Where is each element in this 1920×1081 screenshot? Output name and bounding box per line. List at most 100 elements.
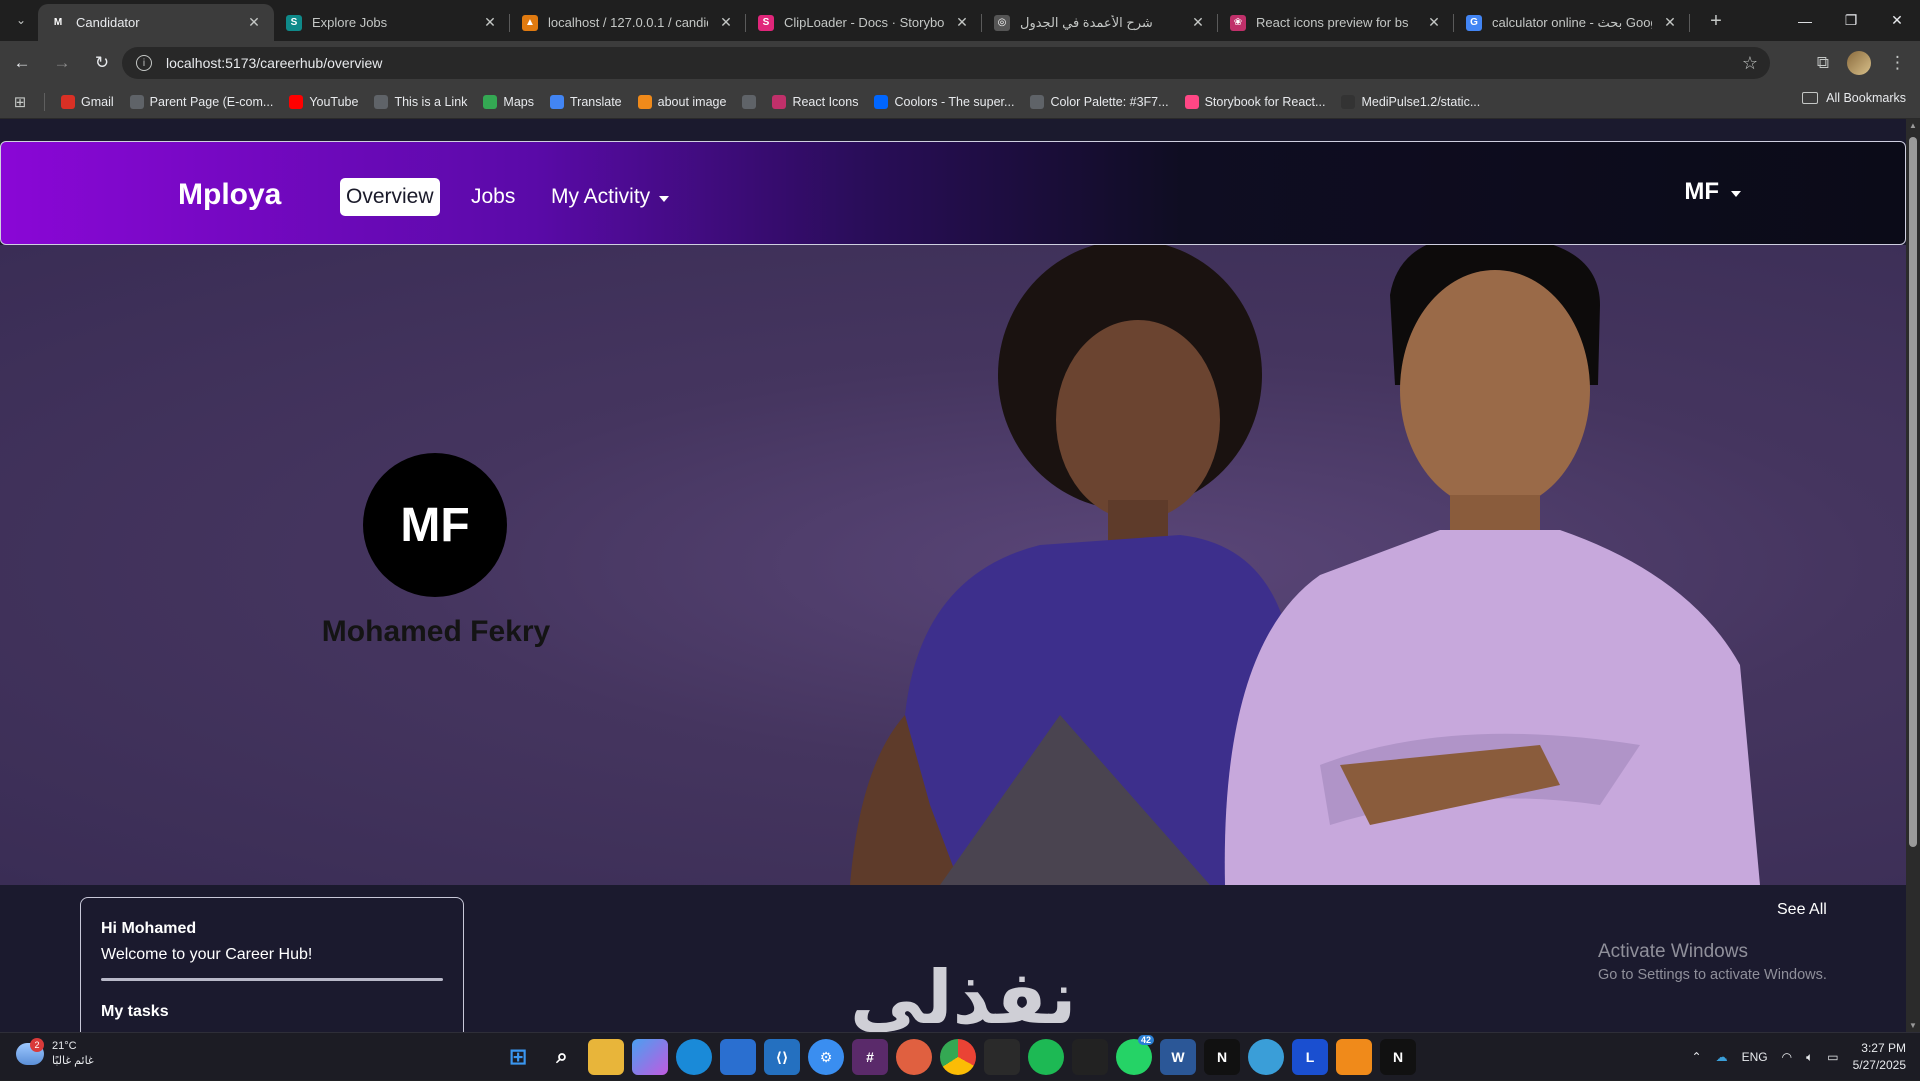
battery-icon[interactable]: ▭: [1827, 1050, 1838, 1064]
tab-title: Candidator: [76, 15, 140, 30]
close-tab-icon[interactable]: ✕: [246, 14, 262, 31]
kebab-menu-icon[interactable]: ⋮: [1889, 53, 1906, 73]
capcut-icon[interactable]: [984, 1039, 1020, 1075]
start-icon[interactable]: ⊞: [500, 1039, 536, 1075]
apps-grid-icon[interactable]: ⊞: [0, 93, 40, 111]
close-tab-icon[interactable]: ✕: [482, 14, 498, 31]
scroll-up-icon[interactable]: ▲: [1908, 121, 1918, 130]
page-scrollbar[interactable]: ▲ ▼: [1906, 119, 1920, 1032]
bookmark-item[interactable]: Color Palette: #3F7...: [1022, 88, 1176, 116]
bookmark-item[interactable]: [734, 88, 764, 116]
bookmark-label: React Icons: [792, 94, 859, 109]
browser-tab[interactable]: ◎ شرح الأعمدة في الجدول ✕: [982, 4, 1218, 41]
bookmark-item[interactable]: Maps: [475, 88, 542, 116]
language-indicator[interactable]: ENG: [1742, 1050, 1768, 1064]
weather-cloud-icon: 2: [16, 1038, 44, 1065]
close-tab-icon[interactable]: ✕: [954, 14, 970, 31]
folder-icon: [1802, 92, 1819, 104]
figma-icon[interactable]: [1072, 1039, 1108, 1075]
bookmark-item[interactable]: Gmail: [53, 88, 122, 116]
tab-search-icon[interactable]: ⌄: [8, 8, 34, 32]
see-all-link[interactable]: See All: [1777, 901, 1827, 919]
weather-widget[interactable]: 2 21°C غائم غالبًا: [16, 1038, 94, 1069]
search-icon[interactable]: ⌕: [544, 1039, 580, 1075]
spotify-icon[interactable]: [1028, 1039, 1064, 1075]
close-tab-icon[interactable]: ✕: [1662, 14, 1678, 31]
browser-tab[interactable]: S ClipLoader - Docs · Storybook ✕: [746, 4, 982, 41]
all-bookmarks-button[interactable]: All Bookmarks: [1802, 91, 1906, 105]
browser-tab[interactable]: Gcalculator online - بحث Google ✕: [1454, 4, 1690, 41]
bookmark-item[interactable]: Translate: [542, 88, 630, 116]
word-icon[interactable]: W: [1160, 1039, 1196, 1075]
bookmark-star-icon[interactable]: ☆: [1742, 53, 1758, 74]
bookmark-item[interactable]: YouTube: [281, 88, 366, 116]
settings-gear-icon[interactable]: ⚙: [808, 1039, 844, 1075]
user-menu-initials: MF: [1684, 178, 1719, 205]
site-info-icon[interactable]: i: [136, 55, 152, 71]
site-logo[interactable]: Mploya: [178, 178, 281, 212]
xampp-icon[interactable]: [1336, 1039, 1372, 1075]
scrollbar-thumb[interactable]: [1909, 137, 1917, 847]
edge-icon[interactable]: [676, 1039, 712, 1075]
restore-icon[interactable]: ❐: [1828, 0, 1874, 41]
clock[interactable]: 3:27 PM 5/27/2025: [1853, 1040, 1906, 1074]
volume-icon[interactable]: 🔈︎: [1806, 1050, 1813, 1065]
weather-temp: 21°C: [52, 1040, 77, 1052]
nav-my-activity[interactable]: My Activity: [545, 178, 675, 216]
chevron-up-icon[interactable]: ⌃: [1692, 1050, 1702, 1064]
bookmark-item[interactable]: Coolors - The super...: [866, 88, 1022, 116]
greeting-text: Hi Mohamed: [101, 920, 197, 937]
wifi-icon[interactable]: ◠: [1782, 1050, 1792, 1064]
browser-tab[interactable]: ❀ React icons preview for bs ✕: [1218, 4, 1454, 41]
close-tab-icon[interactable]: ✕: [1426, 14, 1442, 31]
profile-avatar[interactable]: [1847, 51, 1871, 75]
storybook-icon: [1184, 94, 1199, 109]
nav-overview[interactable]: Overview: [340, 178, 440, 216]
browser-tab[interactable]: ▲ localhost / 127.0.0.1 / candidat ✕: [510, 4, 746, 41]
store-icon[interactable]: [720, 1039, 756, 1075]
forward-arrow-icon[interactable]: →: [44, 45, 80, 81]
linkedin-learning-icon[interactable]: L: [1292, 1039, 1328, 1075]
bookmark-item[interactable]: React Icons: [764, 88, 866, 116]
bookmark-item[interactable]: about image: [630, 88, 735, 116]
bookmarks-separator: [44, 92, 45, 111]
bookmark-item[interactable]: This is a Link: [366, 88, 475, 116]
slack-icon[interactable]: #: [852, 1039, 888, 1075]
bookmark-item[interactable]: MediPulse1.2/static...: [1333, 88, 1488, 116]
nav-jobs[interactable]: Jobs: [465, 178, 521, 216]
close-window-icon[interactable]: ✕: [1874, 0, 1920, 41]
onedrive-icon[interactable]: ☁: [1716, 1050, 1728, 1064]
new-tab-button[interactable]: +: [1702, 8, 1730, 34]
notion-icon[interactable]: N: [1204, 1039, 1240, 1075]
back-arrow-icon[interactable]: ←: [4, 45, 40, 81]
bookmark-item[interactable]: Storybook for React...: [1177, 88, 1334, 116]
address-bar[interactable]: i localhost:5173/careerhub/overview ☆: [122, 47, 1770, 79]
tab-favicon-icon: ◎: [994, 14, 1010, 31]
minimize-icon[interactable]: —: [1782, 0, 1828, 41]
bookmark-list: Gmail Parent Page (E-com... YouTube This is…: [53, 88, 1488, 116]
notion-app-icon[interactable]: N: [1380, 1039, 1416, 1075]
tasks-heading: My tasks: [101, 1003, 169, 1020]
welcome-text: Welcome to your Career Hub!: [101, 946, 313, 963]
browser-tab[interactable]: M Candidator ✕: [38, 4, 274, 41]
bookmark-item[interactable]: Parent Page (E-com...: [122, 88, 282, 116]
maps-icon: [483, 94, 498, 109]
postman-icon[interactable]: [896, 1039, 932, 1075]
user-menu[interactable]: MF: [1684, 178, 1741, 206]
window-controls: — ❐ ✕: [1782, 0, 1920, 41]
extensions-icon[interactable]: ⧉: [1817, 53, 1829, 73]
close-tab-icon[interactable]: ✕: [718, 14, 734, 31]
file-explorer-icon[interactable]: [588, 1039, 624, 1075]
vscode-icon[interactable]: ⟨⟩: [764, 1039, 800, 1075]
copilot-icon[interactable]: [632, 1039, 668, 1075]
chrome-icon[interactable]: [940, 1039, 976, 1075]
clock-date: 5/27/2025: [1852, 1058, 1906, 1072]
weather-badge: 2: [30, 1038, 44, 1052]
whatsapp-icon[interactable]: 42: [1116, 1035, 1154, 1075]
brand-wordmark-arabic: نفذلي: [850, 955, 1077, 1032]
browser-tab[interactable]: S Explore Jobs ✕: [274, 4, 510, 41]
settings-icon[interactable]: [1248, 1039, 1284, 1075]
close-tab-icon[interactable]: ✕: [1190, 14, 1206, 31]
scroll-down-icon[interactable]: ▼: [1908, 1021, 1918, 1030]
reload-icon[interactable]: ↻: [84, 45, 120, 81]
